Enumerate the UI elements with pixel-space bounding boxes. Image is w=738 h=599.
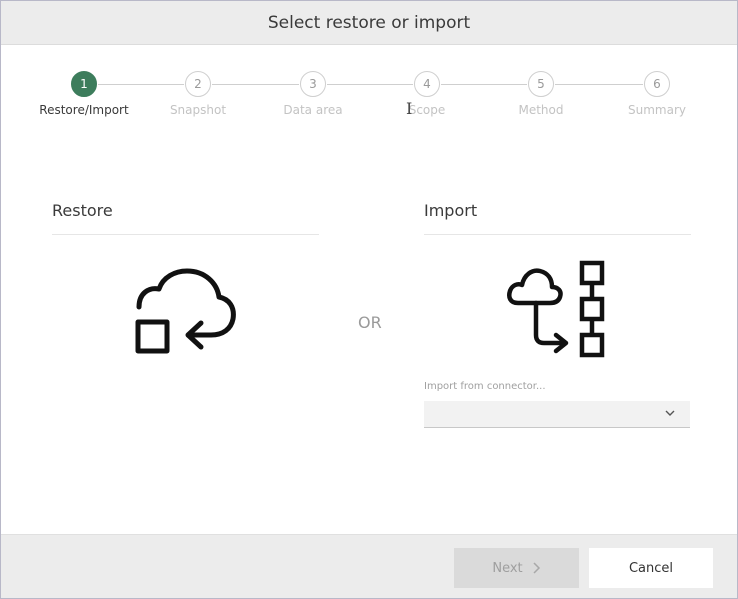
- step-method[interactable]: 5 Method: [491, 71, 591, 117]
- next-label: Next: [492, 560, 523, 576]
- connector-select[interactable]: [424, 401, 690, 428]
- step-number: 5: [528, 71, 554, 97]
- connector-select-label: Import from connector...: [424, 381, 546, 392]
- import-title: Import: [424, 201, 691, 235]
- text-cursor-icon: I: [406, 99, 413, 118]
- cloud-restore-icon[interactable]: [133, 267, 237, 357]
- restore-title: Restore: [52, 201, 319, 235]
- step-label: Snapshot: [169, 103, 227, 117]
- step-label: Restore/Import: [39, 103, 129, 117]
- chevron-right-icon: [533, 562, 540, 574]
- dialog-header: Select restore or import: [1, 1, 737, 45]
- restore-panel[interactable]: Restore: [52, 201, 319, 235]
- restore-import-dialog: Select restore or import 1 Restore/Impor…: [0, 0, 738, 599]
- dialog-title: Select restore or import: [267, 12, 471, 33]
- step-number: 1: [71, 71, 97, 97]
- or-separator: OR: [358, 313, 382, 332]
- next-button[interactable]: Next: [454, 548, 579, 588]
- step-label: Method: [518, 103, 564, 117]
- step-restore-import[interactable]: 1 Restore/Import: [34, 71, 134, 117]
- wizard-stepper: 1 Restore/Import 2 Snapshot 3 Data area …: [1, 71, 737, 121]
- import-panel[interactable]: Import: [424, 201, 691, 235]
- cloud-import-icon[interactable]: [506, 259, 610, 361]
- step-summary[interactable]: 6 Summary: [607, 71, 707, 117]
- step-scope[interactable]: 4 Scope: [377, 71, 477, 117]
- step-number: 4: [414, 71, 440, 97]
- step-label: Summary: [628, 103, 686, 117]
- step-number: 3: [300, 71, 326, 97]
- step-snapshot[interactable]: 2 Snapshot: [148, 71, 248, 117]
- step-label: Scope: [408, 103, 446, 117]
- step-data-area[interactable]: 3 Data area: [263, 71, 363, 117]
- chevron-down-icon: [665, 410, 675, 416]
- step-number: 6: [644, 71, 670, 97]
- cancel-label: Cancel: [628, 560, 674, 576]
- dialog-footer: Next Cancel: [1, 534, 737, 598]
- cancel-button[interactable]: Cancel: [589, 548, 713, 588]
- step-number: 2: [185, 71, 211, 97]
- step-label: Data area: [283, 103, 343, 117]
